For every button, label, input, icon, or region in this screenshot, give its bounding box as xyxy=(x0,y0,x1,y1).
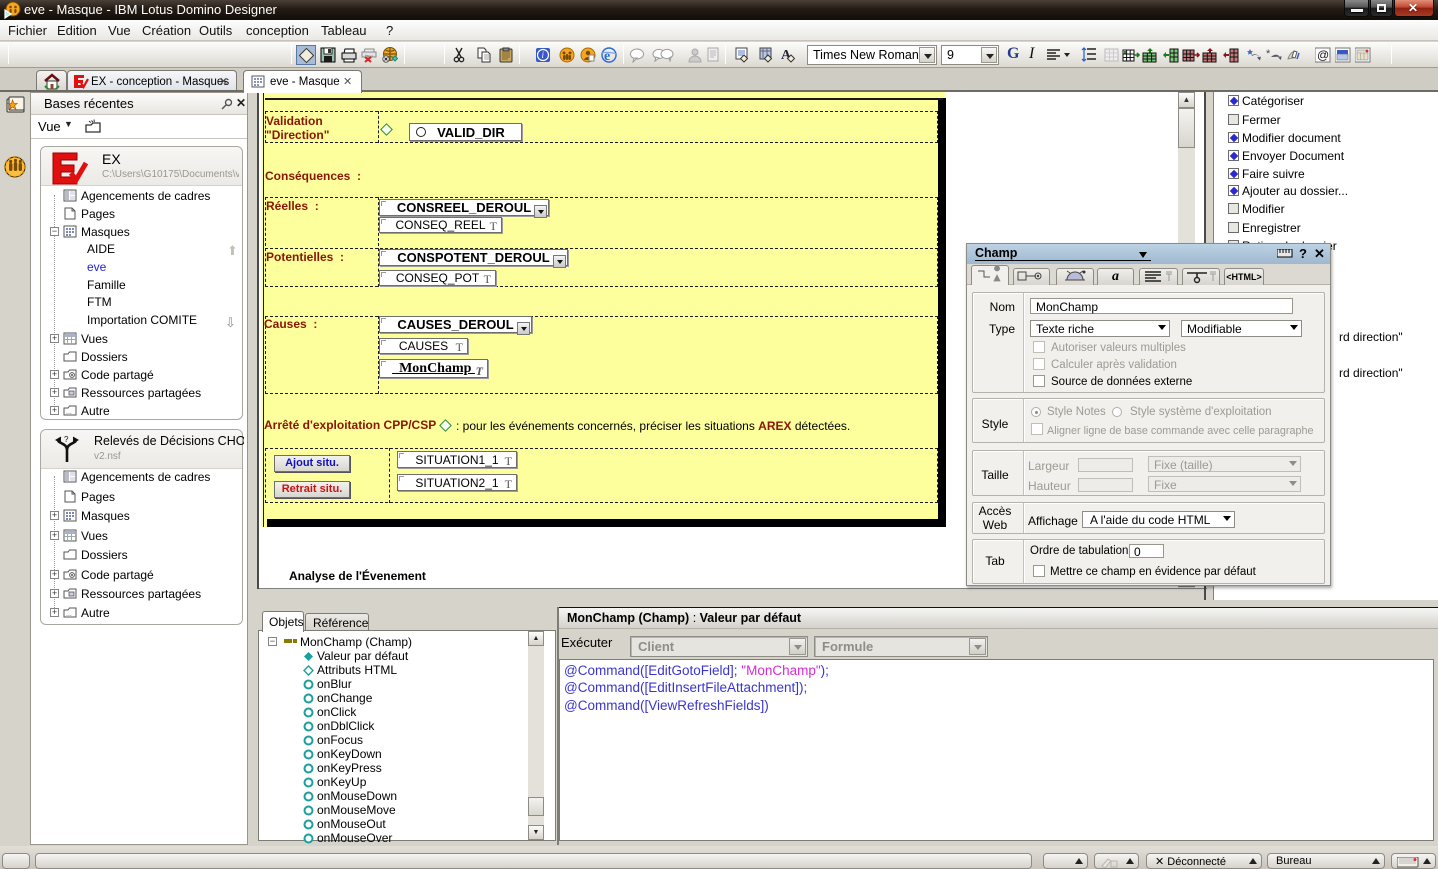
svg-text:*: * xyxy=(1266,48,1271,60)
svg-text:?: ? xyxy=(64,435,69,444)
svg-text:...: ... xyxy=(66,409,72,416)
svg-text:@: @ xyxy=(1317,48,1329,62)
svg-text:e: e xyxy=(604,49,610,63)
svg-text:...: ... xyxy=(66,611,72,618)
